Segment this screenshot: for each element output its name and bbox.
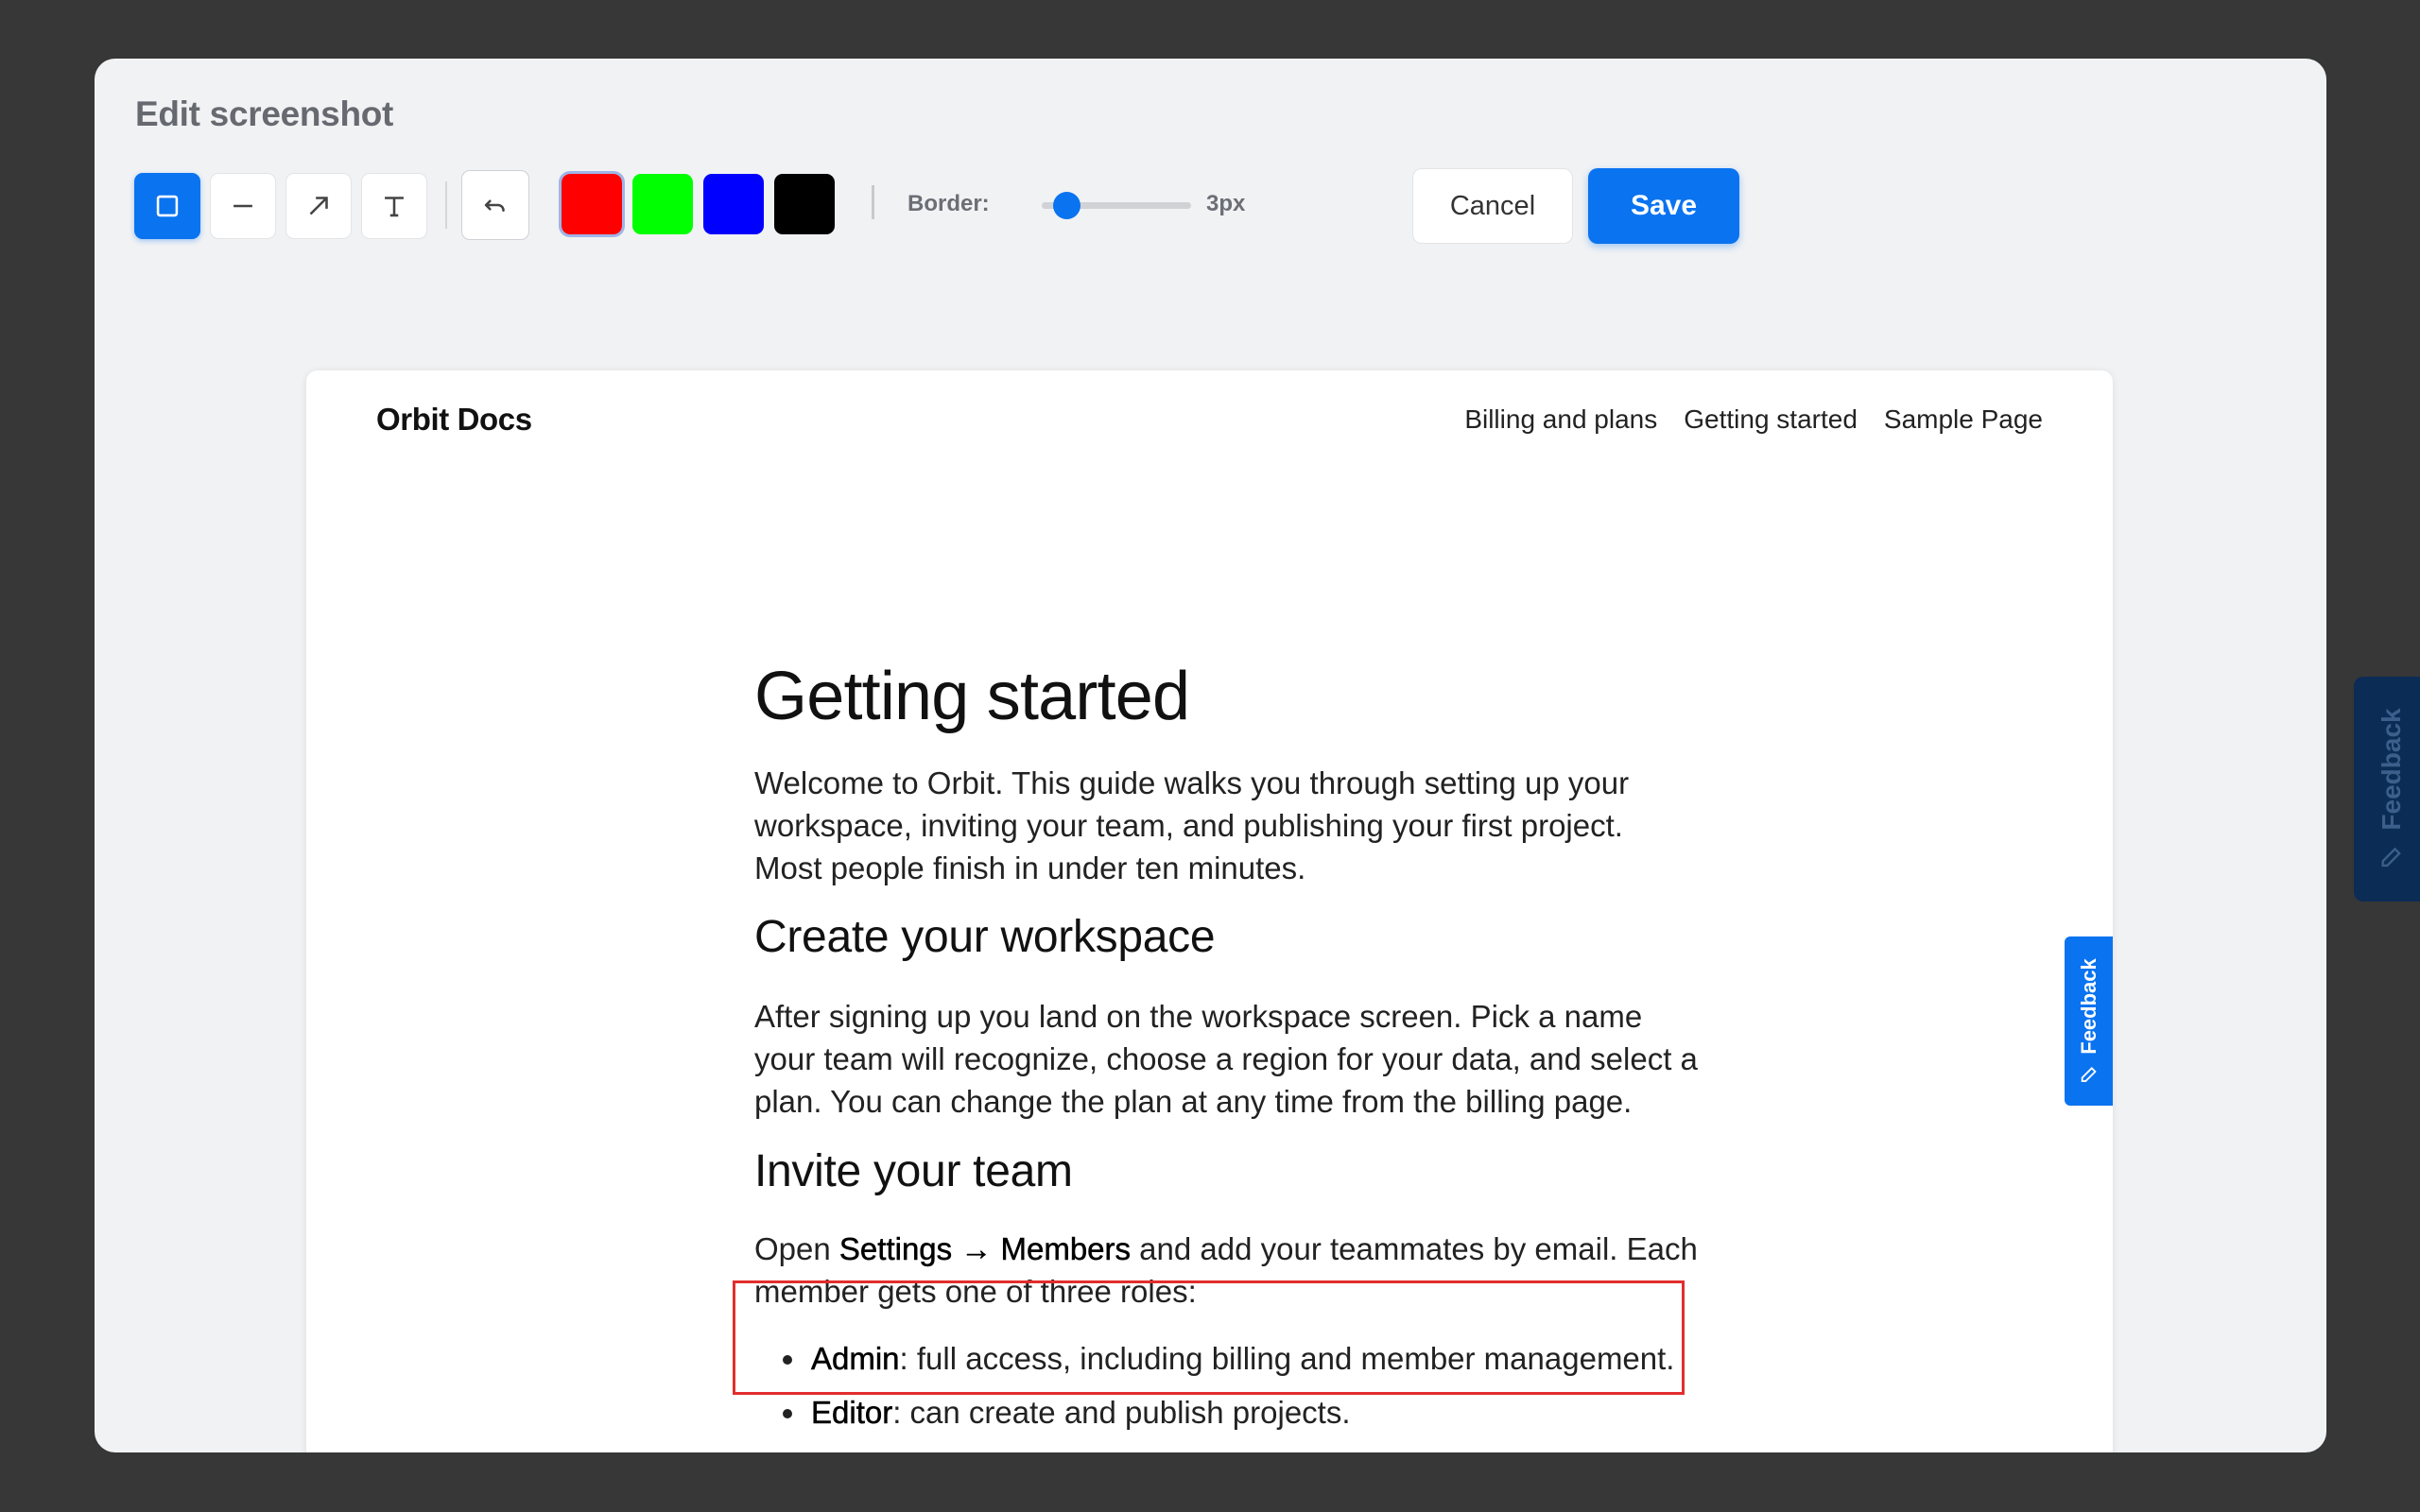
text-icon [385,197,404,217]
list-item: Editor: can create and publish projects. [783,1391,1674,1434]
rectangle-annotation[interactable] [733,1280,1685,1395]
pencil-icon [2081,1066,2097,1082]
pencil-icon [2381,847,2401,868]
background-feedback-label: Feedback [2377,708,2406,831]
nav-link-billing: Billing and plans [1464,404,1658,434]
border-value: 3px [1206,191,1246,216]
border-label: Border: [908,191,990,216]
rectangle-tool-button[interactable] [134,173,200,239]
line-icon [233,204,252,208]
cancel-button[interactable]: Cancel [1412,168,1573,244]
square-icon [156,195,179,217]
feedback-tab: Feedback [2065,936,2113,1106]
edit-screenshot-modal: Edit screenshot Border: 3px Cancel Save [95,59,2326,1452]
nav-link-getting-started: Getting started [1684,404,1858,434]
modal-title: Edit screenshot [135,94,394,133]
settings-members-path: Settings → Members [838,1231,1132,1267]
site-nav: Billing and plans Getting started Sample… [1464,404,2043,435]
text-tool-button[interactable] [361,173,427,239]
article-intro: Welcome to Orbit. This guide walks you t… [754,765,1630,885]
slider-knob[interactable] [1053,192,1080,219]
arrow-tool-button[interactable] [285,173,352,239]
undo-icon [484,199,505,212]
article-title: Getting started [754,659,1190,734]
line-tool-button[interactable] [210,173,276,239]
nav-link-sample-page: Sample Page [1883,404,2043,434]
color-swatch-green[interactable] [632,174,693,234]
screenshot-preview[interactable]: Orbit Docs Billing and plans Getting sta… [306,370,2113,1452]
section-heading-workspace: Create your workspace [754,912,1216,962]
annotation-toolbar: Border: 3px Cancel Save [134,168,1741,244]
undo-button[interactable] [461,170,529,240]
section-heading-invite: Invite your team [754,1146,1073,1196]
toolbar-divider [445,181,447,229]
site-logo: Orbit Docs [376,402,532,437]
arrow-icon [309,197,328,215]
toolbar-divider [872,185,874,219]
color-swatch-blue[interactable] [703,174,764,234]
color-swatch-red[interactable] [559,171,625,237]
feedback-label: Feedback [2076,957,2100,1055]
save-button[interactable]: Save [1588,168,1739,244]
background-feedback-tab: Feedback [2354,677,2420,902]
article: Getting started Welcome to Orbit. This g… [754,654,1700,1430]
section-body-workspace: After signing up you land on the workspa… [754,999,1698,1119]
color-swatch-black[interactable] [774,174,835,234]
border-width-slider[interactable] [1042,192,1191,219]
